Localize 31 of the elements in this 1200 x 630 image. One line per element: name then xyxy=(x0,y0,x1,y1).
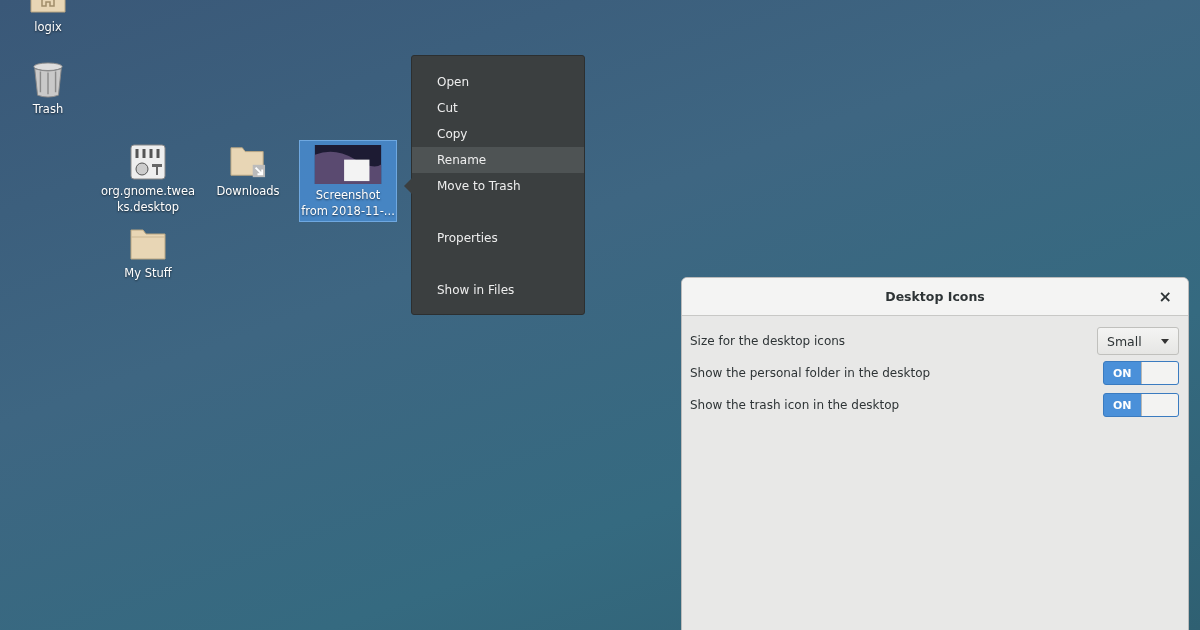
menu-item[interactable]: Copy xyxy=(412,121,584,147)
window-title: Desktop Icons xyxy=(885,289,985,304)
trash-icon xyxy=(30,62,66,98)
close-button[interactable]: × xyxy=(1154,287,1176,306)
desktop-icon[interactable]: org.gnome.twea ks.desktop xyxy=(98,140,198,222)
desktop-icon[interactable]: logix xyxy=(0,0,98,58)
folder-shortcut-icon xyxy=(230,144,266,180)
menu-item[interactable]: Cut xyxy=(412,95,584,121)
tweaks-app-icon xyxy=(130,144,166,180)
menu-item[interactable]: Show in Files xyxy=(412,277,584,303)
size-dropdown[interactable]: Small xyxy=(1097,327,1179,355)
setting-label: Show the trash icon in the desktop xyxy=(690,398,900,412)
menu-item[interactable]: Move to Trash xyxy=(412,173,584,199)
setting-label: Show the personal folder in the desktop xyxy=(690,366,931,380)
icon-label: My Stuff xyxy=(124,265,172,281)
desktop-icon[interactable]: Downloads xyxy=(198,140,298,222)
desktop-icon[interactable]: My Stuff xyxy=(98,222,198,304)
desktop-icon[interactable]: Trash xyxy=(0,58,98,140)
caret-icon xyxy=(1161,338,1169,344)
screenshot-thumbnail xyxy=(314,145,382,184)
desktop-icon[interactable]: Screenshot from 2018-11-... xyxy=(299,140,397,222)
icon-label: Screenshot from 2018-11-... xyxy=(301,187,395,219)
menu-item[interactable]: Properties xyxy=(412,225,584,251)
icon-label: logix xyxy=(34,19,62,35)
menu-item[interactable]: Rename xyxy=(412,147,584,173)
icon-label: Downloads xyxy=(216,183,280,199)
folder-icon xyxy=(130,226,166,262)
icon-label: org.gnome.twea ks.desktop xyxy=(100,183,196,215)
icon-label: Trash xyxy=(32,101,64,117)
menu-item[interactable]: Open xyxy=(412,69,584,95)
setting-label: Size for the desktop icons xyxy=(690,334,846,348)
